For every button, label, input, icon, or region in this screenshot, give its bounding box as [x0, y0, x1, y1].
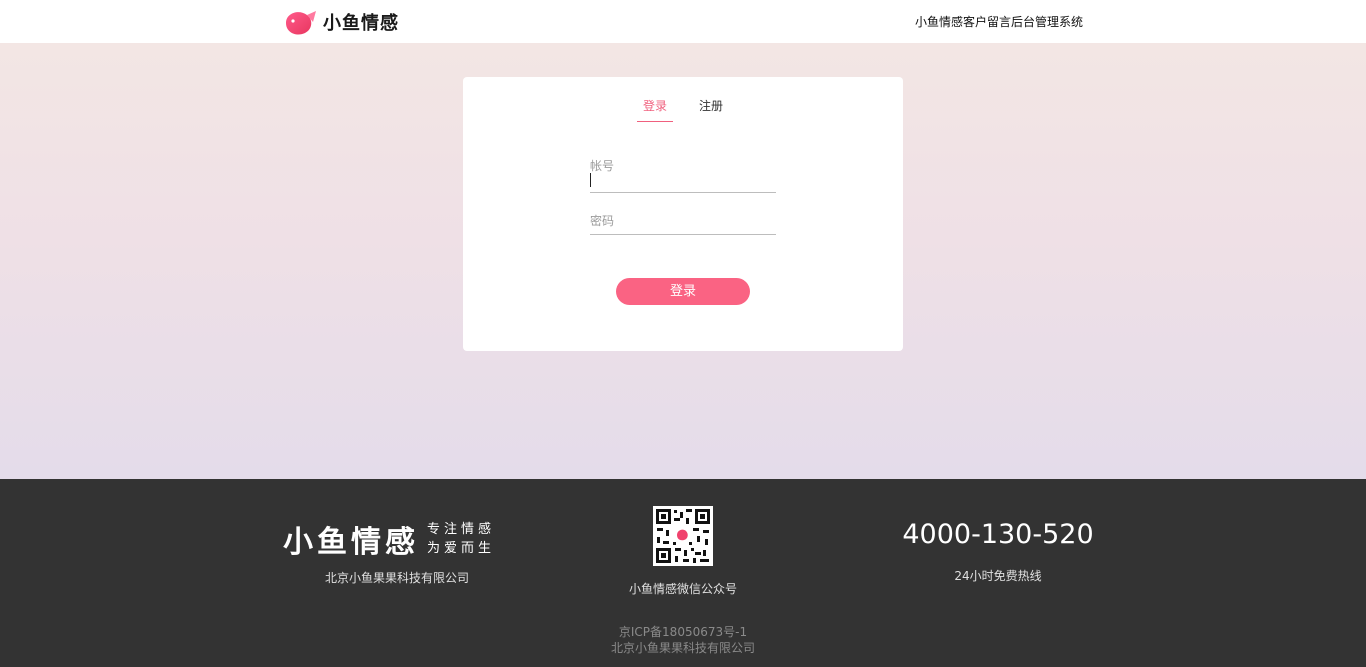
hotline-caption: 24小时免费热线	[954, 569, 1042, 583]
logo-text: 小鱼情感	[323, 13, 399, 34]
login-button[interactable]: 登录	[616, 278, 750, 305]
password-input[interactable]	[590, 214, 776, 232]
company-name: 北京小鱼果果科技有限公司	[324, 571, 469, 585]
login-area: 登录 注册 帐号 密码 登录	[0, 43, 1366, 479]
password-field[interactable]: 密码	[590, 212, 776, 235]
top-header: 小鱼情感 小鱼情感客户留言后台管理系统	[0, 0, 1366, 43]
system-title: 小鱼情感客户留言后台管理系统	[914, 15, 1083, 29]
qr-code-icon	[653, 506, 713, 566]
login-tabs: 登录 注册	[463, 97, 903, 122]
hotline-number: 4000-130-520	[902, 519, 1094, 550]
fish-logo-icon	[286, 11, 316, 35]
footer-brand-name: 小鱼情感	[283, 525, 419, 560]
slogan-line-2: 为爱而生	[427, 541, 496, 556]
account-field[interactable]: 帐号	[590, 157, 776, 193]
site-logo[interactable]: 小鱼情感	[283, 7, 399, 37]
footer-copyright: 北京小鱼果果科技有限公司	[610, 641, 755, 655]
footer-slogan: 专注情感 为爱而生	[427, 520, 495, 558]
icp-number[interactable]: 京ICP备18050673号-1	[533, 623, 833, 640]
slogan-line-1: 专注情感	[427, 522, 496, 537]
tab-register[interactable]: 注册	[693, 97, 729, 122]
footer-brand: 小鱼情感 专注情感 为爱而生	[283, 517, 495, 561]
qr-caption: 小鱼情感微信公众号	[628, 582, 737, 596]
site-footer: 小鱼情感 专注情感 为爱而生 北京小鱼果果科技有限公司 小鱼情感微信公众号 40…	[0, 479, 1366, 667]
login-card: 登录 注册 帐号 密码 登录	[463, 77, 903, 351]
tab-login[interactable]: 登录	[636, 97, 673, 122]
account-input[interactable]	[590, 172, 776, 190]
